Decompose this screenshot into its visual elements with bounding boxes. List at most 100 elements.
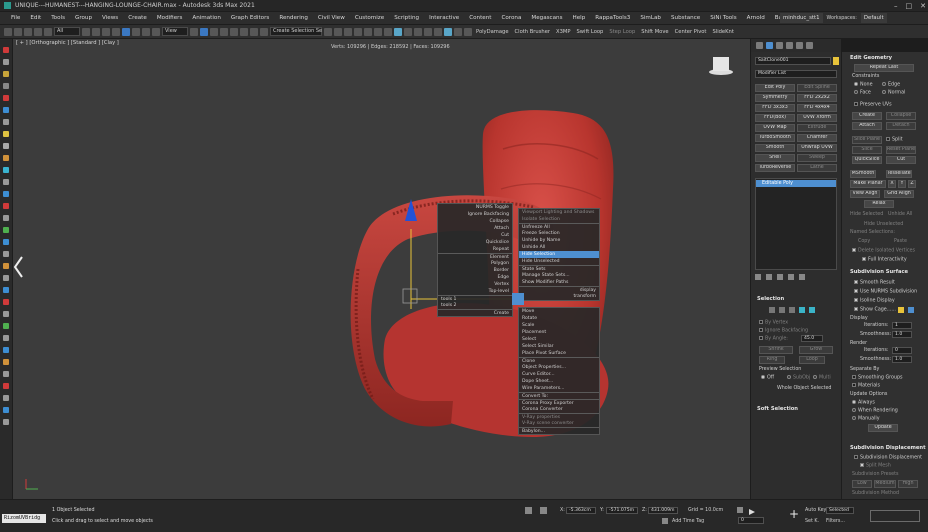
pivot-center-icon[interactable]	[190, 27, 198, 36]
vertex-level-icon[interactable]	[769, 307, 775, 313]
repeat-last-button[interactable]: Repeat Last	[854, 64, 914, 72]
angle-snap-icon[interactable]	[230, 27, 238, 36]
undo-icon[interactable]	[4, 27, 12, 36]
quad-item-select-similar[interactable]: Select Similar	[519, 343, 599, 350]
ffd-3x3x3-button[interactable]: FFD 3x3x3	[755, 104, 795, 112]
polydamage-button[interactable]: PolyDamage	[474, 29, 511, 35]
quad-item-collapse[interactable]: Collapse	[438, 218, 512, 225]
smooth-button[interactable]: Smooth	[755, 144, 795, 152]
unlink-icon[interactable]	[34, 27, 42, 36]
select-rotate-icon[interactable]	[132, 27, 140, 36]
constraint-none-radio[interactable]: None	[854, 82, 873, 88]
modeling-icon[interactable]	[3, 263, 9, 269]
quad-item-state-sets[interactable]: State Sets	[519, 265, 599, 272]
menu-help[interactable]: Help	[568, 15, 591, 21]
menu-content[interactable]: Content	[464, 15, 496, 21]
paste-button[interactable]: Paste	[894, 239, 907, 244]
edit-spline-button[interactable]: Edit Spline	[797, 84, 837, 92]
snaps-toggle-icon[interactable]	[220, 27, 228, 36]
x3mp-button[interactable]: X3MP	[554, 29, 572, 35]
tools-icon[interactable]	[3, 323, 9, 329]
curve-editor-icon[interactable]	[374, 27, 382, 36]
menu-scripting[interactable]: Scripting	[389, 15, 424, 21]
quad-item-border[interactable]: Border	[438, 267, 512, 274]
selection-tools-icon[interactable]	[3, 239, 9, 245]
unhide-all-button[interactable]: Unhide All	[888, 212, 912, 217]
chamfer-button[interactable]: Chamfer	[797, 134, 837, 142]
quad-item-wire-parameters[interactable]: Wire Parameters...	[519, 385, 599, 392]
select-scale-icon[interactable]	[142, 27, 150, 36]
shift-move-button[interactable]: Shift Move	[639, 29, 670, 35]
camera-icon[interactable]	[3, 143, 9, 149]
materials-checkbox[interactable]: Materials	[852, 383, 880, 389]
modify-tab-icon[interactable]	[766, 42, 773, 49]
turbosmooth-button[interactable]: TurboSmooth	[755, 134, 795, 142]
update-button[interactable]: Update	[868, 424, 898, 432]
object-paint-icon[interactable]	[3, 251, 9, 257]
quad-item-clone[interactable]: Clone	[519, 357, 599, 364]
planar-y-button[interactable]: Y	[898, 180, 906, 188]
polygon-level-icon[interactable]	[799, 307, 805, 313]
quad-item-show-modifier-paths[interactable]: Show Modifier Paths	[519, 279, 599, 286]
reference-coordinate-dropdown[interactable]: View	[162, 27, 188, 36]
subdivision-displacement-checkbox[interactable]: Subdivision Displacement	[854, 455, 922, 461]
maxscript-listener[interactable]: RizomUVBridg	[2, 514, 46, 523]
geometry-icon[interactable]	[3, 287, 9, 293]
quad-item-quickslice[interactable]: Quickslice	[438, 239, 512, 246]
menu-rendering[interactable]: Rendering	[274, 15, 313, 21]
lathe-button[interactable]: Lathe	[797, 164, 837, 172]
link-icon[interactable]	[24, 27, 32, 36]
selection-rollout-header[interactable]: Selection	[757, 296, 784, 302]
menu-simlab[interactable]: SimLab	[635, 15, 666, 21]
cage-color-swatch[interactable]	[898, 307, 904, 313]
rendered-frame-window-icon[interactable]	[414, 27, 422, 36]
extrude-button[interactable]: Extrude	[797, 124, 837, 132]
selection-filter-dropdown[interactable]: All	[54, 27, 80, 36]
create-torus-icon[interactable]	[3, 119, 9, 125]
slice-button[interactable]: Slice	[852, 146, 882, 154]
quad-item-attach[interactable]: Attach	[438, 225, 512, 232]
menu-sini-tools[interactable]: SiNi Tools	[705, 15, 741, 21]
select-object-icon[interactable]	[82, 27, 90, 36]
quad-item-cut[interactable]: Cut	[438, 232, 512, 239]
split-mesh-checkbox[interactable]: Split Mesh	[860, 463, 891, 469]
swift-loop-button[interactable]: Swift Loop	[575, 29, 606, 35]
iterations-field[interactable]: 1	[892, 322, 912, 329]
by-vertex-checkbox[interactable]: By Vertex	[759, 320, 788, 326]
symmetry-button[interactable]: Symmetry	[755, 94, 795, 102]
use-nurms-checkbox[interactable]: Use NURMS Subdivision	[854, 289, 917, 295]
sweep-button[interactable]: Sweep	[797, 154, 837, 162]
lock-selection-icon[interactable]	[525, 507, 532, 514]
quad-item-ignore-backfacing[interactable]: Ignore Backfacing	[438, 211, 512, 218]
polygons-icon[interactable]	[3, 335, 9, 341]
edge-level-icon[interactable]	[779, 307, 785, 313]
light-icon[interactable]	[3, 131, 9, 137]
minimize-icon[interactable]: –	[894, 2, 898, 10]
quad-item-hide-unselected[interactable]: Hide Unselected	[519, 258, 599, 265]
soft-selection-icon[interactable]	[3, 395, 9, 401]
quad-item-manage-state-sets[interactable]: Manage State Sets...	[519, 272, 599, 279]
ffd-2x2x2-button[interactable]: FFD 2x2x2	[797, 94, 837, 102]
hide-unselected-button[interactable]: Hide Unselected	[864, 222, 903, 227]
split-checkbox[interactable]: Split	[886, 137, 903, 143]
ffd-box-button[interactable]: FFD(Box)	[755, 114, 795, 122]
pin-stack-icon[interactable]	[755, 274, 761, 280]
grid-align-button[interactable]: Grid Align	[884, 190, 914, 198]
turboreverse-button[interactable]: TurboReverse	[755, 164, 795, 172]
preset-low-button[interactable]: Low	[852, 480, 872, 488]
loops-icon[interactable]	[3, 347, 9, 353]
placement-icon[interactable]	[152, 27, 160, 36]
properties-icon[interactable]	[3, 419, 9, 425]
tessellate-button[interactable]: Tessellate	[886, 170, 912, 178]
collapse-button[interactable]: Collapse	[886, 112, 916, 120]
render-setup-icon[interactable]	[404, 27, 412, 36]
smoothness-field[interactable]: 1.0	[892, 331, 912, 338]
toggle-layer-explorer-icon[interactable]	[354, 27, 362, 36]
quad-item-unhide-by-name[interactable]: Unhide by Name	[519, 237, 599, 244]
smooth-result-checkbox[interactable]: Smooth Result	[854, 280, 895, 286]
helper-icon[interactable]	[3, 155, 9, 161]
isoline-display-checkbox[interactable]: Isoline Display	[854, 298, 895, 304]
systems-icon[interactable]	[3, 179, 9, 185]
corona-render-icon[interactable]	[434, 27, 442, 36]
ribbon-toggle-icon[interactable]	[3, 59, 9, 65]
